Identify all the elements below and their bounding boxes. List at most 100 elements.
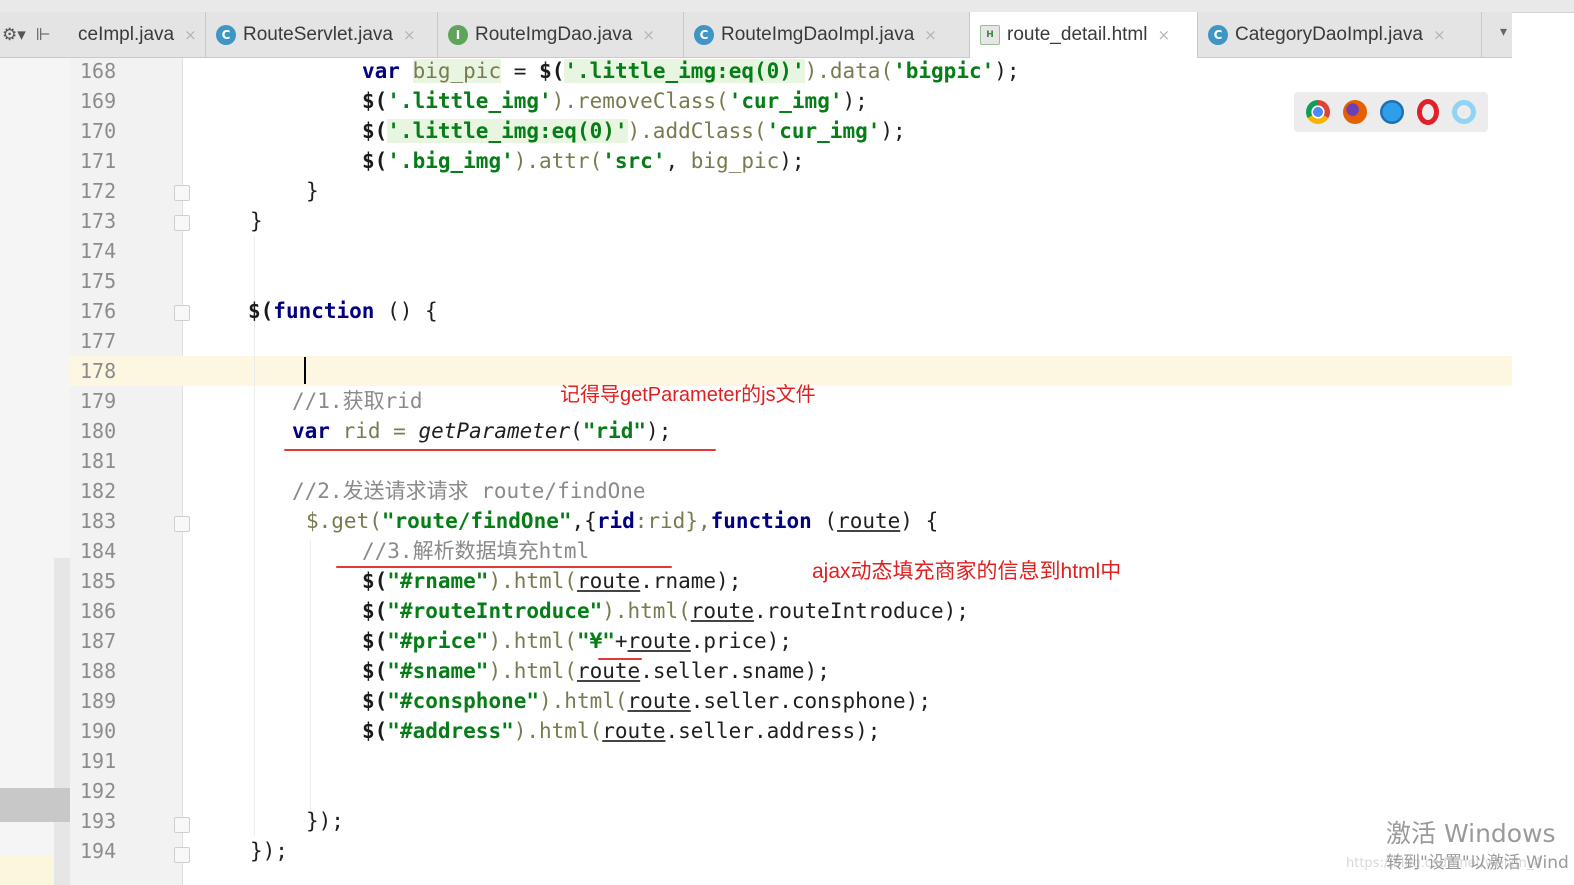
- code-line-186[interactable]: $("#routeIntroduce").html(route.routeInt…: [362, 596, 969, 626]
- code-token: route: [627, 629, 691, 653]
- indent-guide: [254, 236, 255, 836]
- fold-marker-icon[interactable]: [174, 516, 190, 532]
- safari-icon[interactable]: [1379, 100, 1404, 124]
- code-token: var: [292, 419, 330, 443]
- code-token: "#address": [387, 719, 514, 743]
- code-token: "rid": [582, 419, 647, 443]
- code-token: ).html(: [488, 629, 577, 653]
- line-number: 179: [80, 389, 117, 413]
- chrome-icon[interactable]: [1306, 100, 1331, 124]
- code-token: 'bigpic': [893, 59, 995, 83]
- line-number: 173: [80, 209, 117, 233]
- line-number: 176: [80, 299, 117, 323]
- code-line-170[interactable]: $('.little_img:eq(0)').addClass('cur_img…: [362, 116, 906, 146]
- line-number: 169: [80, 89, 117, 113]
- code-token: .seller.sname);: [640, 659, 830, 683]
- code-token: .seller.consphone);: [690, 689, 931, 713]
- code-token: );: [994, 59, 1020, 83]
- code-line-184[interactable]: //3.解析数据填充html: [362, 536, 589, 566]
- pin-icon[interactable]: ⊩: [36, 25, 51, 45]
- code-line-189[interactable]: $("#consphone").html(route.seller.consph…: [362, 686, 931, 716]
- code-line-185[interactable]: $("#rname").html(route.rname);: [362, 566, 741, 596]
- code-token: rid: [596, 509, 635, 533]
- fold-marker-icon[interactable]: [174, 847, 190, 863]
- tab-routeimgdaoimpl-java[interactable]: C RouteImgDaoImpl.java ×: [684, 12, 970, 57]
- code-token: $(: [362, 659, 388, 683]
- code-line-173[interactable]: }: [250, 206, 263, 236]
- close-icon[interactable]: ×: [403, 26, 416, 44]
- code-token: $.get(: [306, 509, 382, 533]
- close-icon[interactable]: ×: [1157, 26, 1170, 44]
- close-icon[interactable]: ×: [642, 26, 655, 44]
- code-token: =: [513, 59, 527, 83]
- code-token: var: [362, 59, 400, 83]
- code-token: 'cur_img': [728, 89, 843, 113]
- tab-label: CategoryDaoImpl.java: [1235, 23, 1423, 45]
- code-token: "#sname": [387, 659, 489, 683]
- code-line-172[interactable]: }: [306, 176, 319, 206]
- java-interface-icon: I: [448, 24, 468, 45]
- code-token: route: [837, 509, 901, 533]
- close-icon[interactable]: ×: [1433, 26, 1446, 44]
- panel-scrollbar[interactable]: [54, 558, 70, 885]
- code-line-180[interactable]: var rid = getParameter("rid");: [292, 416, 671, 446]
- opera-icon[interactable]: [1416, 99, 1439, 125]
- ie-icon[interactable]: [1451, 100, 1476, 124]
- text-caret: [304, 357, 306, 384]
- close-icon[interactable]: ×: [184, 26, 197, 44]
- code-token: ).data(: [804, 59, 894, 83]
- code-line-169[interactable]: $('.little_img').removeClass('cur_img');: [362, 86, 868, 116]
- tab-overflow-chevron-icon[interactable]: ▾: [1500, 24, 1507, 40]
- code-token: rid =: [329, 419, 419, 443]
- code-line-183[interactable]: $.get("route/findOne",{rid:rid},function…: [306, 506, 938, 536]
- code-editor[interactable]: [183, 58, 1512, 885]
- line-number: 192: [80, 779, 117, 803]
- code-line-179[interactable]: //1.获取rid: [292, 386, 423, 416]
- code-token: ).attr(: [513, 149, 603, 173]
- tab-routeservlet-java[interactable]: C RouteServlet.java ×: [206, 12, 438, 57]
- annotation-underline: [598, 658, 642, 660]
- code-token: 'src': [602, 149, 666, 173]
- code-token: $(: [362, 599, 388, 623]
- line-number: 189: [80, 689, 117, 713]
- fold-marker-icon[interactable]: [174, 215, 190, 231]
- code-line-176[interactable]: $(function () {: [248, 296, 438, 326]
- tab-ceimpl-java[interactable]: ceImpl.java ×: [68, 12, 206, 57]
- code-line-187[interactable]: $("#price").html("¥"+route.price);: [362, 626, 792, 656]
- tab-label: RouteServlet.java: [243, 23, 393, 45]
- code-token: route: [627, 689, 691, 713]
- line-number: 180: [80, 419, 117, 443]
- firefox-icon[interactable]: [1343, 100, 1368, 124]
- line-number: 178: [80, 359, 117, 383]
- line-number: 177: [80, 329, 117, 353]
- tab-routeimgdao-java[interactable]: I RouteImgDao.java ×: [438, 12, 684, 57]
- line-number: 182: [80, 479, 117, 503]
- code-token: function: [710, 509, 812, 533]
- code-token: big_pic: [690, 149, 780, 173]
- close-icon[interactable]: ×: [924, 26, 937, 44]
- code-line-182[interactable]: //2.发送请求请求 route/findOne: [292, 476, 646, 506]
- line-number: 181: [80, 449, 117, 473]
- code-token: "route/findOne": [381, 509, 572, 533]
- fold-marker-icon[interactable]: [174, 305, 190, 321]
- indent-guide: [310, 540, 311, 820]
- line-number: 184: [80, 539, 117, 563]
- fold-marker-icon[interactable]: [174, 185, 190, 201]
- fold-marker-icon[interactable]: [174, 817, 190, 833]
- code-line-171[interactable]: $('.big_img').attr('src', big_pic);: [362, 146, 805, 176]
- line-number: 170: [80, 119, 117, 143]
- code-token: $(: [539, 59, 565, 83]
- code-line-190[interactable]: $("#address").html(route.seller.address)…: [362, 716, 880, 746]
- code-token: .rname);: [640, 569, 742, 593]
- code-line-194[interactable]: });: [250, 836, 288, 866]
- line-number: 194: [80, 839, 117, 863]
- code-line-193[interactable]: });: [306, 806, 344, 836]
- tab-categorydaoimpl-java[interactable]: C CategoryDaoImpl.java ×: [1198, 12, 1482, 57]
- code-token: .seller.address);: [665, 719, 881, 743]
- code-line-168[interactable]: var big_pic = $('.little_img:eq(0)').dat…: [362, 56, 1020, 86]
- line-number: 183: [80, 509, 117, 533]
- tab-route-detail-html[interactable]: H route_detail.html ×: [970, 12, 1198, 58]
- settings-gear-icon[interactable]: ⚙▾: [2, 25, 26, 45]
- code-line-188[interactable]: $("#sname").html(route.seller.sname);: [362, 656, 830, 686]
- code-token: ).html(: [513, 719, 603, 743]
